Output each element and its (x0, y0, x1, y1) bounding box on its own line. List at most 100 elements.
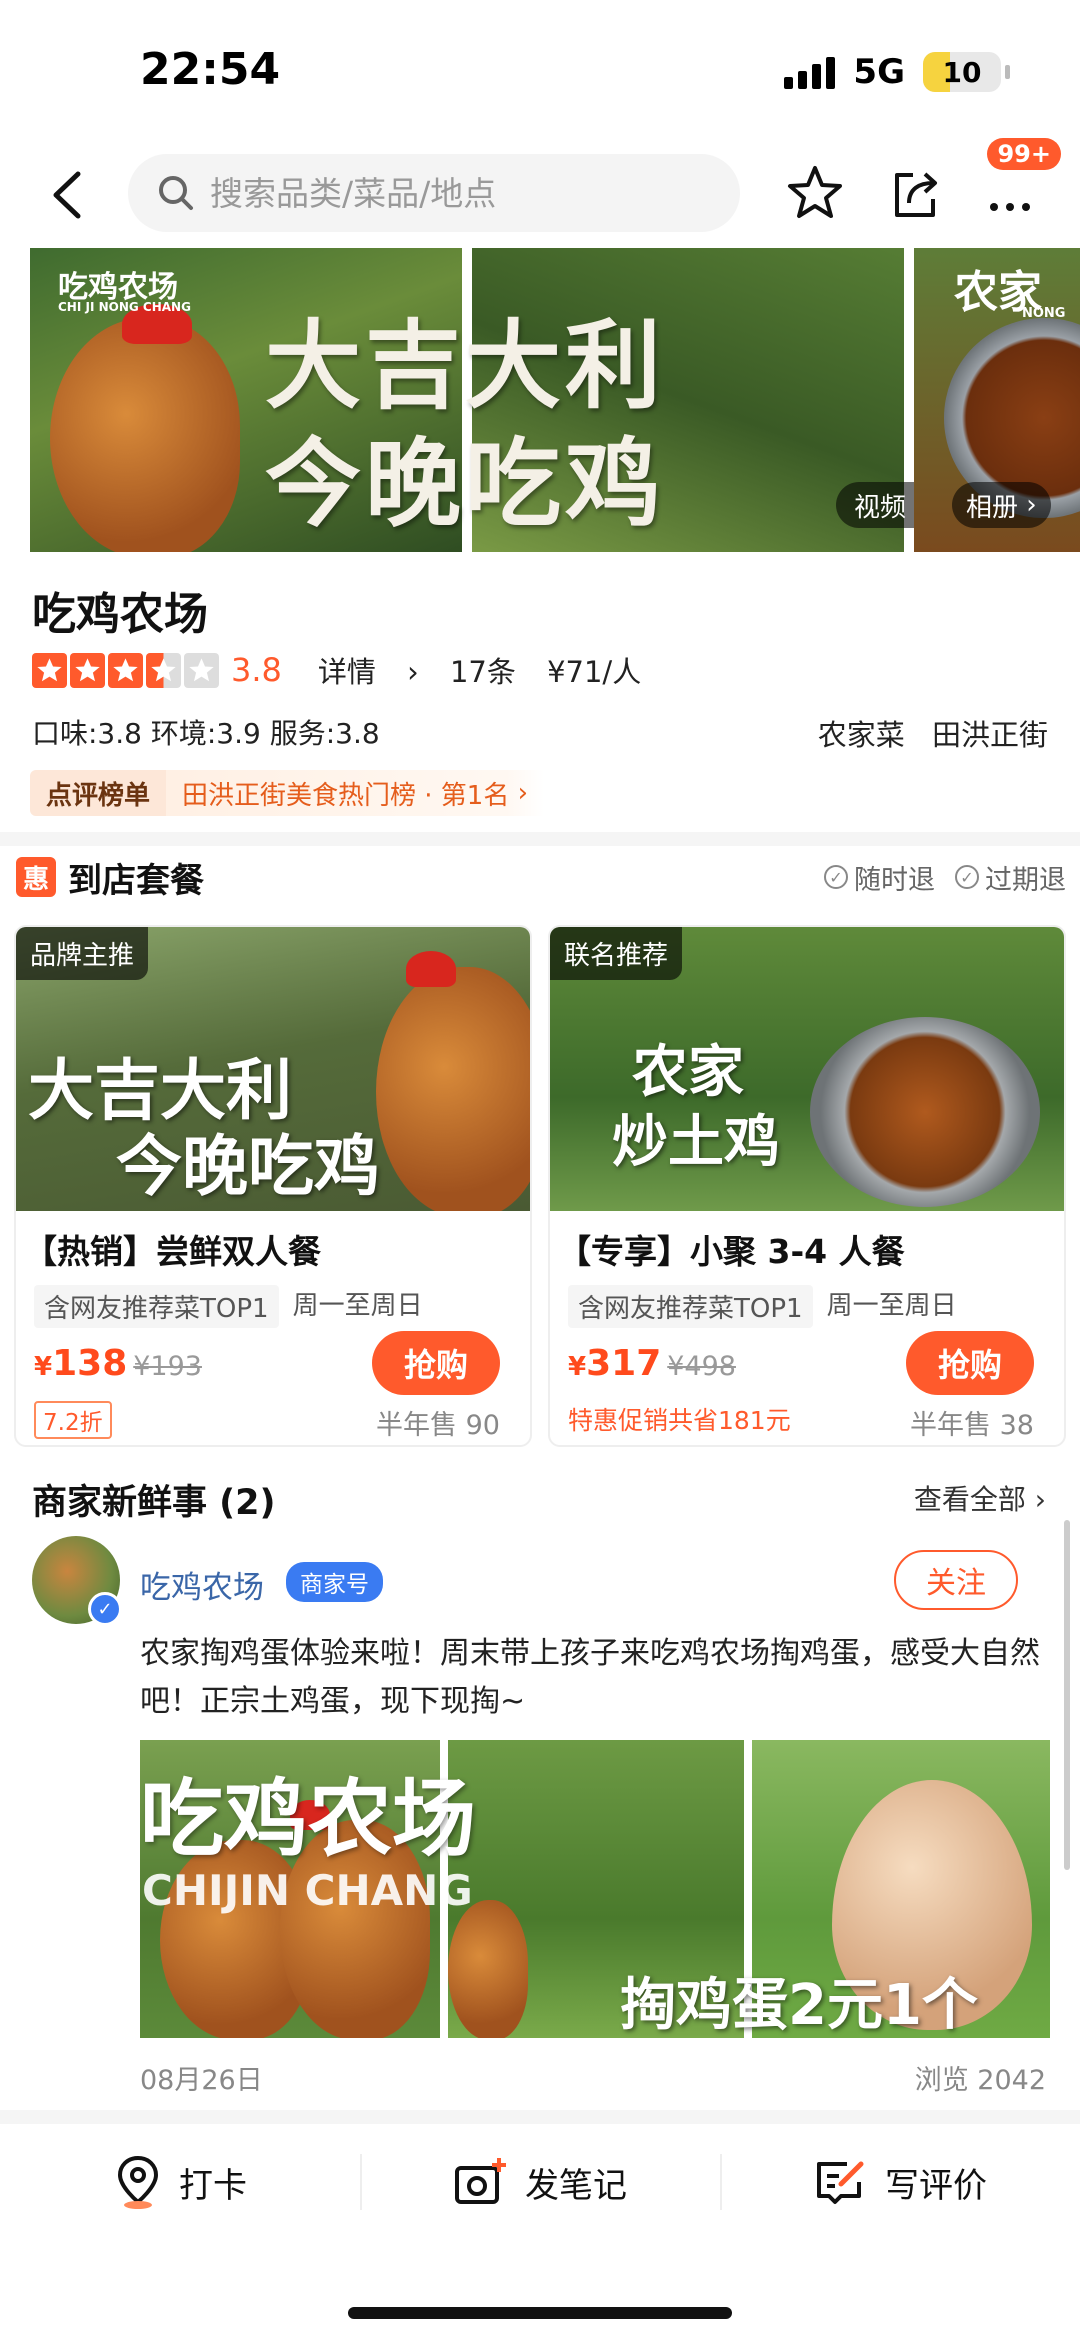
price-old: ¥193 (133, 1351, 202, 1382)
post-date: 08月26日 (140, 2065, 263, 2096)
sub-scores: 口味:3.8 环境:3.9 服务:3.8 (32, 717, 380, 750)
chevron-right-icon: › (1018, 490, 1037, 520)
post-views: 浏览 2042 (914, 2065, 1046, 2096)
home-indicator[interactable] (348, 2307, 732, 2319)
location-tag[interactable]: 田洪正街 (932, 718, 1048, 752)
deal-chip: 含网友推荐菜TOP1 (34, 1285, 279, 1328)
rating-meta: 详情 › 17条 ¥71/人 (318, 649, 663, 691)
view-all-link[interactable]: 查看全部 › (914, 1478, 1046, 1518)
refund-flags: ✓ 随时退 ✓ 过期退 (824, 858, 1066, 897)
price-old: ¥498 (667, 1351, 736, 1382)
network-type: 5G (853, 52, 905, 92)
deal-image-text-2: 炒土鸡 (612, 1110, 780, 1175)
sales-count: 半年售 90 (376, 1410, 500, 1441)
deal-card[interactable]: 农家 炒土鸡 联名推荐 【专享】小聚 3-4 人餐 含网友推荐菜TOP1 周一至… (548, 925, 1066, 1447)
edit-review-icon (817, 2161, 864, 2204)
post-image-caption: 掏鸡蛋2元1个 (620, 1973, 978, 2038)
shop-tags: 农家菜 田洪正街 (800, 712, 1048, 754)
deal-image: 大吉大利 今晚吃鸡 品牌主推 (16, 927, 530, 1211)
rating-score: 3.8 (231, 651, 282, 689)
author-name[interactable]: 吃鸡农场 (140, 1562, 264, 1607)
buy-button[interactable]: 抢购 (372, 1331, 500, 1395)
buy-button[interactable]: 抢购 (906, 1331, 1034, 1395)
video-label: 视频 (854, 492, 907, 523)
yen-sign: ¥ (34, 1352, 53, 1382)
follow-button[interactable]: 关注 (894, 1550, 1018, 1610)
review-label: 写评价 (885, 2165, 987, 2206)
deal-price: ¥317 ¥498 (568, 1343, 736, 1384)
photo-gallery[interactable]: 吃鸡农场 CHI JI NONG CHANG 大吉大利 今晚吃鸡 视频 › 农家… (30, 248, 1080, 552)
search-input[interactable] (210, 173, 670, 213)
share-icon (895, 172, 937, 217)
price-value: 138 (52, 1343, 128, 1384)
post-image-title: 吃鸡农场 (140, 1770, 477, 1868)
discount-icon: 惠 (16, 857, 56, 897)
more-button[interactable]: 99+ (975, 138, 1061, 228)
scrollbar[interactable] (1064, 1520, 1070, 1870)
share-button[interactable] (882, 158, 952, 228)
deal-days: 周一至周日 (826, 1291, 957, 1321)
yen-sign: ¥ (568, 1352, 587, 1382)
battery-level: 10 (942, 55, 982, 89)
verified-icon: ✓ (88, 1592, 122, 1626)
back-button[interactable] (40, 160, 100, 230)
shop-name: 吃鸡农场 (32, 589, 208, 640)
album-label: 相册 (966, 492, 1019, 523)
status-bar: 22:54 5G 10 (0, 0, 1080, 140)
review-button[interactable]: 写评价 (720, 2124, 1080, 2240)
notification-badge: 99+ (987, 138, 1061, 170)
checkin-button[interactable]: 打卡 (0, 2124, 360, 2240)
check-circle-icon: ✓ (955, 865, 979, 889)
rank-label: 点评榜单 (30, 770, 167, 816)
gallery-logo-sub: CHI JI NONG CHANG (58, 300, 191, 314)
expiry-refund: ✓ 过期退 (955, 858, 1066, 897)
deal-image-text-2: 今晚吃鸡 (116, 1128, 380, 1205)
rating-stars (32, 652, 219, 688)
post-text[interactable]: 农家掏鸡蛋体验来啦！周末带上孩子来吃鸡农场掏鸡蛋，感受大自然吧！正宗土鸡蛋，现下… (140, 1630, 1040, 1726)
check-circle-icon: ✓ (824, 865, 848, 889)
signal-icon (784, 55, 836, 89)
deal-card[interactable]: 大吉大利 今晚吃鸡 品牌主推 【热销】尝鲜双人餐 含网友推荐菜TOP1 周一至周… (14, 925, 532, 1447)
merchant-badge: 商家号 (286, 1562, 383, 1602)
deal-price: ¥138 ¥193 (34, 1343, 202, 1384)
rank-banner[interactable]: 点评榜单 田洪正街美食热门榜 · 第1名 › (30, 770, 545, 816)
status-indicators: 5G 10 (784, 52, 1010, 92)
checkin-label: 打卡 (179, 2165, 247, 2206)
deal-tag: 联名推荐 (550, 927, 683, 980)
star-outline-icon (788, 166, 842, 218)
battery-icon: 10 (923, 52, 1001, 92)
album-button[interactable]: 相册 › (952, 482, 1051, 528)
details-label: 详情 (317, 655, 376, 689)
note-label: 发笔记 (525, 2165, 627, 2206)
back-arrow-icon (53, 171, 81, 219)
deal-image: 农家 炒土鸡 联名推荐 (550, 927, 1064, 1211)
deal-tag: 品牌主推 (16, 927, 149, 980)
star-icon (108, 652, 143, 688)
deal-days: 周一至周日 (292, 1291, 423, 1321)
details-link[interactable]: 详情 › (318, 655, 419, 689)
deal-chip: 含网友推荐菜TOP1 (568, 1285, 813, 1328)
flag-label: 过期退 (985, 864, 1066, 896)
camera-plus-icon (455, 2158, 506, 2204)
post-image-sub: CHIJIN CHANG (142, 1866, 473, 1915)
news-title: 商家新鲜事 (2) (32, 1483, 276, 1523)
rank-text-label: 田洪正街美食热门榜 · 第1名 (182, 780, 510, 811)
flag-label: 随时退 (854, 864, 935, 896)
anytime-refund: ✓ 随时退 (824, 858, 935, 897)
review-count[interactable]: 17条 (450, 655, 516, 689)
favorite-button[interactable] (780, 158, 850, 228)
bottom-action-bar: 打卡 发笔记 写评价 (0, 2110, 1080, 2240)
deals-header: 惠 到店套餐 ✓ 随时退 ✓ 过期退 (16, 852, 1066, 902)
top-navigation: 99+ (0, 138, 1080, 250)
category-tag[interactable]: 农家菜 (818, 718, 905, 752)
star-icon (70, 652, 105, 688)
note-button[interactable]: 发笔记 (360, 2124, 720, 2240)
search-bar[interactable] (128, 154, 740, 232)
search-icon (159, 176, 193, 210)
star-icon (32, 652, 67, 688)
price-value: 317 (586, 1343, 662, 1384)
status-time: 22:54 (140, 44, 281, 95)
price-now: ¥317 (568, 1343, 661, 1384)
more-dots-icon (990, 203, 1030, 211)
gallery-third-sub: NONG (1022, 306, 1066, 321)
